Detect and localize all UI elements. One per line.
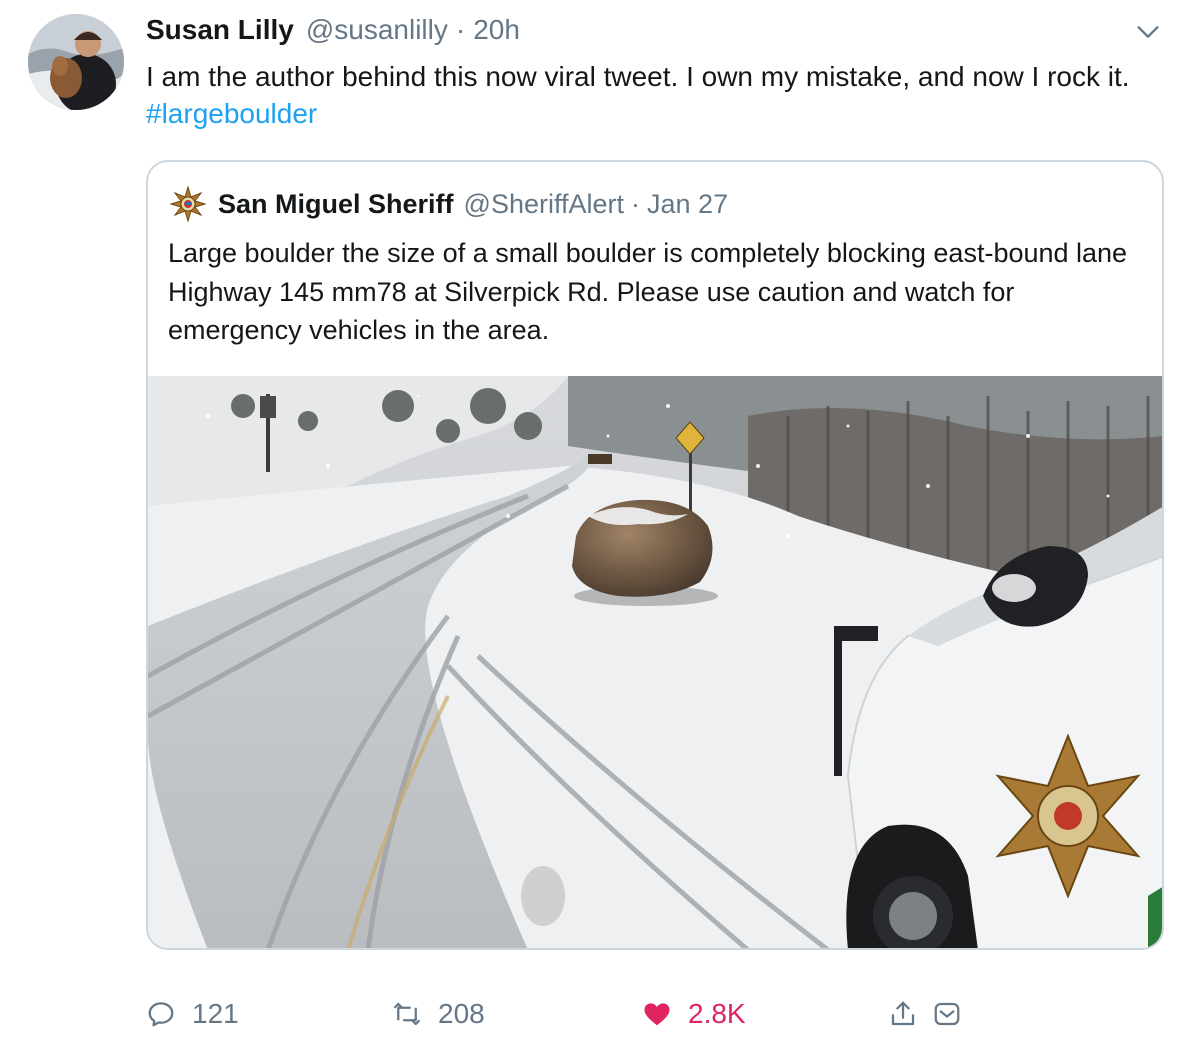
tweet-text: I am the author behind this now viral tw… [146,58,1156,132]
tweet-header: Susan Lilly @susanlilly · 20h [146,14,520,50]
quoted-photo[interactable] [148,376,1162,948]
separator-dot: · [455,14,466,45]
sheriff-badge-icon [170,186,206,222]
author-avatar[interactable] [28,14,124,110]
dm-button[interactable] [932,994,962,1034]
chevron-down-icon[interactable] [1134,18,1162,46]
boulder-photo-image [148,376,1162,948]
quoted-author-handle[interactable]: @SheriffAlert [464,189,624,220]
quoted-author-name[interactable]: San Miguel Sheriff [218,189,454,220]
retweet-icon [393,1002,421,1026]
reply-button[interactable]: 121 [146,994,239,1034]
reply-icon [148,1002,174,1027]
author-name[interactable]: Susan Lilly [146,14,294,46]
share-button[interactable] [888,994,918,1034]
share-icon [891,1001,915,1026]
tweet-actions: 121 208 2.8K [146,994,976,1034]
like-heart-icon [644,1003,670,1026]
avatar-image [28,14,124,110]
reply-count: 121 [192,998,239,1029]
retweet-count: 208 [438,998,485,1029]
quoted-date[interactable]: Jan 27 [647,189,728,220]
tweet-time[interactable]: 20h [473,14,520,46]
quoted-text: Large boulder the size of a small boulde… [168,238,1128,345]
tweet-body: I am the author behind this now viral tw… [146,61,1130,92]
hashtag-link[interactable]: #largeboulder [146,98,317,129]
quoted-tweet[interactable]: San Miguel Sheriff @SheriffAlert · Jan 2… [146,160,1164,950]
quoted-header: San Miguel Sheriff @SheriffAlert · Jan 2… [170,184,728,224]
retweet-button[interactable]: 208 [392,994,485,1034]
like-button[interactable]: 2.8K [642,994,746,1034]
like-count: 2.8K [688,998,746,1029]
dm-icon [934,1002,960,1026]
separator-dot: · [631,188,641,219]
author-handle[interactable]: @susanlilly [306,14,448,46]
